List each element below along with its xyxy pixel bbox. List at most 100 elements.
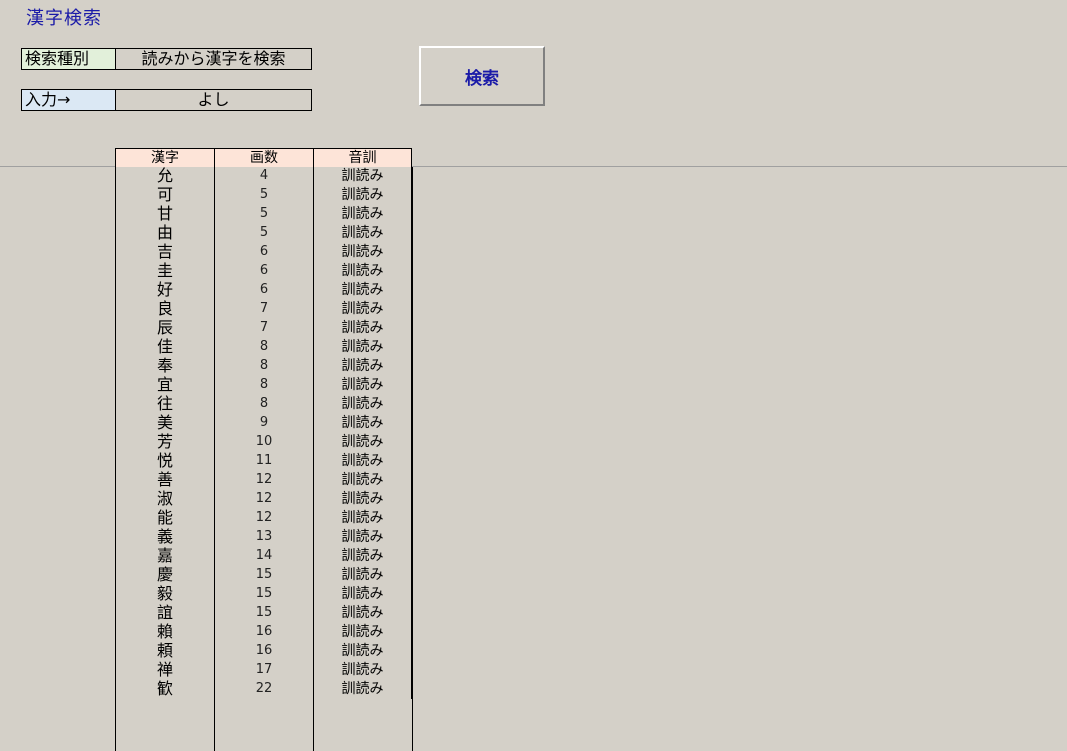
kanji-cell: 淑 xyxy=(115,490,214,509)
column-border xyxy=(412,167,413,751)
table-row[interactable]: 辰 7 訓読み xyxy=(115,319,412,338)
reading-type-cell: 訓読み xyxy=(313,661,412,680)
search-type-label: 検索種別 xyxy=(22,49,116,69)
reading-type-cell: 訓読み xyxy=(313,566,412,585)
reading-type-cell: 訓読み xyxy=(313,452,412,471)
kanji-cell: 賴 xyxy=(115,623,214,642)
strokes-cell: 5 xyxy=(214,205,313,224)
strokes-cell: 6 xyxy=(214,262,313,281)
reading-type-cell: 訓読み xyxy=(313,224,412,243)
strokes-cell: 8 xyxy=(214,338,313,357)
table-row[interactable]: 圭 6 訓読み xyxy=(115,262,412,281)
kanji-cell: 歓 xyxy=(115,680,214,699)
kanji-cell: 慶 xyxy=(115,566,214,585)
kanji-cell: 好 xyxy=(115,281,214,300)
kanji-cell: 善 xyxy=(115,471,214,490)
kanji-cell: 能 xyxy=(115,509,214,528)
table-row[interactable]: 能 12 訓読み xyxy=(115,509,412,528)
table-row[interactable]: 甘 5 訓読み xyxy=(115,205,412,224)
header-kanji: 漢字 xyxy=(115,149,214,167)
header-reading-type: 音訓 xyxy=(313,149,412,167)
kanji-cell: 奉 xyxy=(115,357,214,376)
strokes-cell: 8 xyxy=(214,376,313,395)
kanji-cell: 悦 xyxy=(115,452,214,471)
strokes-cell: 12 xyxy=(214,509,313,528)
table-row[interactable]: 頼 16 訓読み xyxy=(115,642,412,661)
table-row[interactable]: 宜 8 訓読み xyxy=(115,376,412,395)
table-row[interactable]: 善 12 訓読み xyxy=(115,471,412,490)
strokes-cell: 8 xyxy=(214,357,313,376)
kanji-cell: 辰 xyxy=(115,319,214,338)
table-row[interactable]: 良 7 訓読み xyxy=(115,300,412,319)
reading-type-cell: 訓読み xyxy=(313,395,412,414)
reading-type-cell: 訓読み xyxy=(313,680,412,699)
table-row[interactable]: 奉 8 訓読み xyxy=(115,357,412,376)
strokes-cell: 17 xyxy=(214,661,313,680)
kanji-cell: 頼 xyxy=(115,642,214,661)
kanji-cell: 毅 xyxy=(115,585,214,604)
strokes-cell: 11 xyxy=(214,452,313,471)
reading-type-cell: 訓読み xyxy=(313,357,412,376)
table-row[interactable]: 淑 12 訓読み xyxy=(115,490,412,509)
table-row[interactable]: 芳 10 訓読み xyxy=(115,433,412,452)
strokes-cell: 6 xyxy=(214,243,313,262)
kanji-cell: 吉 xyxy=(115,243,214,262)
reading-type-cell: 訓読み xyxy=(313,490,412,509)
reading-type-cell: 訓読み xyxy=(313,433,412,452)
reading-type-cell: 訓読み xyxy=(313,319,412,338)
reading-type-cell: 訓読み xyxy=(313,604,412,623)
table-row[interactable]: 誼 15 訓読み xyxy=(115,604,412,623)
kanji-cell: 禅 xyxy=(115,661,214,680)
table-row[interactable]: 悦 11 訓読み xyxy=(115,452,412,471)
reading-input[interactable]: よし xyxy=(116,90,311,110)
strokes-cell: 5 xyxy=(214,224,313,243)
reading-type-cell: 訓読み xyxy=(313,205,412,224)
table-row[interactable]: 吉 6 訓読み xyxy=(115,243,412,262)
table-row[interactable]: 往 8 訓読み xyxy=(115,395,412,414)
table-row[interactable]: 歓 22 訓読み xyxy=(115,680,412,699)
strokes-cell: 7 xyxy=(214,300,313,319)
search-button[interactable]: 検索 xyxy=(419,46,545,106)
strokes-cell: 4 xyxy=(214,167,313,186)
table-row[interactable]: 毅 15 訓読み xyxy=(115,585,412,604)
kanji-cell: 誼 xyxy=(115,604,214,623)
table-row[interactable]: 嘉 14 訓読み xyxy=(115,547,412,566)
strokes-cell: 14 xyxy=(214,547,313,566)
table-row[interactable]: 佳 8 訓読み xyxy=(115,338,412,357)
reading-type-cell: 訓読み xyxy=(313,509,412,528)
reading-type-cell: 訓読み xyxy=(313,186,412,205)
table-row[interactable]: 禅 17 訓読み xyxy=(115,661,412,680)
reading-type-cell: 訓読み xyxy=(313,167,412,186)
table-row[interactable]: 由 5 訓読み xyxy=(115,224,412,243)
strokes-cell: 12 xyxy=(214,471,313,490)
reading-type-cell: 訓読み xyxy=(313,585,412,604)
table-row[interactable]: 慶 15 訓読み xyxy=(115,566,412,585)
strokes-cell: 15 xyxy=(214,566,313,585)
kanji-cell: 往 xyxy=(115,395,214,414)
table-row[interactable]: 好 6 訓読み xyxy=(115,281,412,300)
kanji-cell: 宜 xyxy=(115,376,214,395)
table-row[interactable]: 允 4 訓読み xyxy=(115,167,412,186)
table-row[interactable]: 義 13 訓読み xyxy=(115,528,412,547)
table-row[interactable]: 賴 16 訓読み xyxy=(115,623,412,642)
strokes-cell: 15 xyxy=(214,585,313,604)
strokes-cell: 13 xyxy=(214,528,313,547)
kanji-cell: 義 xyxy=(115,528,214,547)
reading-type-cell: 訓読み xyxy=(313,642,412,661)
kanji-cell: 良 xyxy=(115,300,214,319)
kanji-cell: 允 xyxy=(115,167,214,186)
strokes-cell: 12 xyxy=(214,490,313,509)
reading-type-cell: 訓読み xyxy=(313,471,412,490)
input-field: 入力→ よし xyxy=(21,89,312,111)
table-row[interactable]: 可 5 訓読み xyxy=(115,186,412,205)
kanji-cell: 佳 xyxy=(115,338,214,357)
search-type-value[interactable]: 読みから漢字を検索 xyxy=(116,49,311,69)
table-row[interactable]: 美 9 訓読み xyxy=(115,414,412,433)
kanji-cell: 美 xyxy=(115,414,214,433)
strokes-cell: 10 xyxy=(214,433,313,452)
input-label: 入力→ xyxy=(22,90,116,110)
search-type-field: 検索種別 読みから漢字を検索 xyxy=(21,48,312,70)
strokes-cell: 16 xyxy=(214,642,313,661)
page-title: 漢字検索 xyxy=(26,8,102,29)
strokes-cell: 7 xyxy=(214,319,313,338)
